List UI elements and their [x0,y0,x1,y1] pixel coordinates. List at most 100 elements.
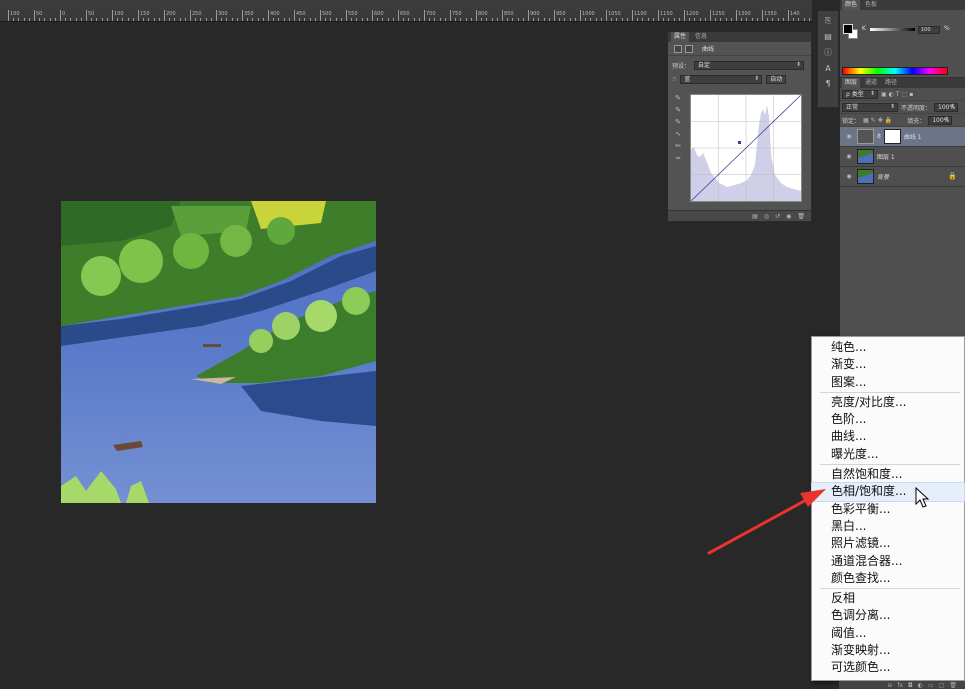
foreground-color-swatch[interactable] [843,24,853,34]
ruler-minor-tick [626,18,628,21]
ruler-minor-tick [325,18,327,21]
layer-curves-1[interactable]: ◉ 8 曲线 1 [840,127,965,147]
menu-item-solid-color[interactable]: 纯色... [812,339,964,356]
eyedropper-black-icon[interactable]: ✎ [675,94,681,102]
ruler-minor-tick [730,18,732,21]
adjustment-thumbnail [857,129,874,144]
view-previous-icon[interactable]: ◎ [764,213,769,220]
ruler-minor-tick [403,18,405,21]
curve-point-tool-icon[interactable]: ∿ [675,130,681,138]
link-layers-icon[interactable]: ⊖ [887,682,892,689]
layer-background[interactable]: ◉ 背景 🔒 [840,167,965,187]
menu-item-hue-saturation[interactable]: 色相/饱和度... [811,482,965,502]
visibility-eye-icon[interactable]: ◉ [844,173,854,180]
tab-info[interactable]: 信息 [692,32,710,42]
character-icon[interactable]: A [825,64,830,73]
menu-item-gradient[interactable]: 渐变... [812,356,964,373]
menu-item-invert[interactable]: 反相 [812,590,964,607]
menu-item-curves[interactable]: 曲线... [812,428,964,445]
ruler-label: 950 [556,11,566,17]
filter-icons[interactable]: ▣◐T⬚▪ [881,91,915,98]
new-adjustment-layer-icon[interactable]: ◐ [918,682,923,689]
ruler-major-tick [138,10,139,21]
menu-item-threshold[interactable]: 阈值... [812,625,964,642]
preset-dropdown[interactable]: 自定 [694,60,805,70]
menu-item-photo-filter[interactable]: 照片滤镜... [812,535,964,552]
eyedropper-gray-icon[interactable]: ✎ [675,106,681,114]
menu-item-channel-mixer[interactable]: 通道混合器... [812,553,964,570]
k-unit: % [944,25,950,32]
info-icon[interactable]: ⓘ [824,47,832,58]
menu-item-color-lookup[interactable]: 颜色查找... [812,570,964,587]
k-slider[interactable] [870,28,915,31]
menu-item-brightness-contrast[interactable]: 亮度/对比度... [812,394,964,411]
clip-to-layer-icon[interactable]: ▤ [752,213,758,220]
ruler-minor-tick [751,18,753,21]
kind-filter-dropdown[interactable]: ρ 类型 [842,89,878,99]
menu-item-gradient-map[interactable]: 渐变映射... [812,642,964,659]
fill-field[interactable]: 100% [928,115,953,125]
pencil-icon[interactable]: ✏ [675,142,681,150]
k-value-field[interactable]: 100 [918,26,940,34]
eyedropper-white-icon[interactable]: ✎ [675,118,681,126]
layer-name: 曲线 1 [903,134,922,141]
layer-1[interactable]: ◉ 图层 1 [840,147,965,167]
ruler-minor-tick [522,18,524,21]
ruler-minor-tick [460,18,462,21]
ruler-minor-tick [13,18,15,21]
target-adjust-icon[interactable]: ☝ [672,75,676,83]
document-image-river-landscape[interactable] [61,201,376,503]
panel-dock: ⎘ ▤ ⓘ A ¶ [817,10,839,108]
new-group-icon[interactable]: ▭ [928,682,934,689]
delete-icon[interactable]: 🗑 [797,213,805,220]
ruler-minor-tick [148,18,150,21]
tab-color[interactable]: 颜色 [842,0,861,10]
trash-icon[interactable]: 🗑 [949,682,957,689]
new-layer-icon[interactable]: ▢ [939,682,945,689]
ruler-label: 100 [10,11,20,17]
lock-icons[interactable]: ▦✎✥🔒 [863,117,894,124]
color-spectrum-bar[interactable] [842,67,948,75]
tab-channels[interactable]: 通道 [862,78,880,88]
add-mask-icon[interactable]: ◘ [908,682,913,689]
visibility-eye-icon[interactable]: ◉ [844,133,854,140]
ruler-minor-tick [616,18,618,21]
ruler-minor-tick [491,18,493,21]
menu-item-exposure[interactable]: 曝光度... [812,446,964,463]
properties-icon[interactable]: ▤ [824,32,832,41]
channel-dropdown[interactable]: 蓝 [680,74,763,84]
mask-thumbnail[interactable] [883,129,901,144]
paragraph-icon[interactable]: ¶ [825,79,830,88]
menu-item-color-balance[interactable]: 色彩平衡... [812,501,964,518]
ruler-minor-tick [465,18,467,21]
reset-icon[interactable]: ↺ [775,213,780,220]
history-icon[interactable]: ⎘ [825,16,831,26]
fx-icon[interactable]: fx [897,682,903,689]
tab-paths[interactable]: 路径 [882,78,900,88]
blend-mode-dropdown[interactable]: 正常 [842,102,898,112]
tab-properties[interactable]: 属性 [671,32,690,42]
layer-mask-icon[interactable] [685,44,693,53]
ruler-minor-tick [158,18,160,21]
auto-button[interactable]: 自动 [766,74,787,84]
properties-panel: 属性 信息 曲线 预设： 自定 ☝ 蓝 自动 ✎ ✎ ✎ ∿ ✏ ≈ [667,31,812,222]
menu-separator [820,391,960,393]
menu-item-black-white[interactable]: 黑白... [812,518,964,535]
ruler-label: 900 [530,11,540,17]
menu-item-vibrance[interactable]: 自然饱和度... [812,466,964,483]
menu-item-levels[interactable]: 色阶... [812,411,964,428]
title-strip [0,0,812,10]
visibility-eye-icon[interactable]: ◉ [844,153,854,160]
visibility-icon[interactable]: ◉ [786,213,791,220]
ruler-major-tick [424,10,425,21]
menu-item-posterize[interactable]: 色调分离... [812,607,964,624]
tab-swatches[interactable]: 色板 [862,0,880,10]
smooth-icon[interactable]: ≈ [675,154,681,162]
ruler-minor-tick [91,18,93,21]
layer-name: 图层 1 [877,154,895,161]
tab-layers[interactable]: 图层 [842,78,861,88]
opacity-field[interactable]: 100% [934,102,959,112]
menu-item-pattern[interactable]: 图案... [812,374,964,391]
curves-graph[interactable] [690,94,802,202]
menu-item-selective-color[interactable]: 可选颜色... [812,659,964,676]
